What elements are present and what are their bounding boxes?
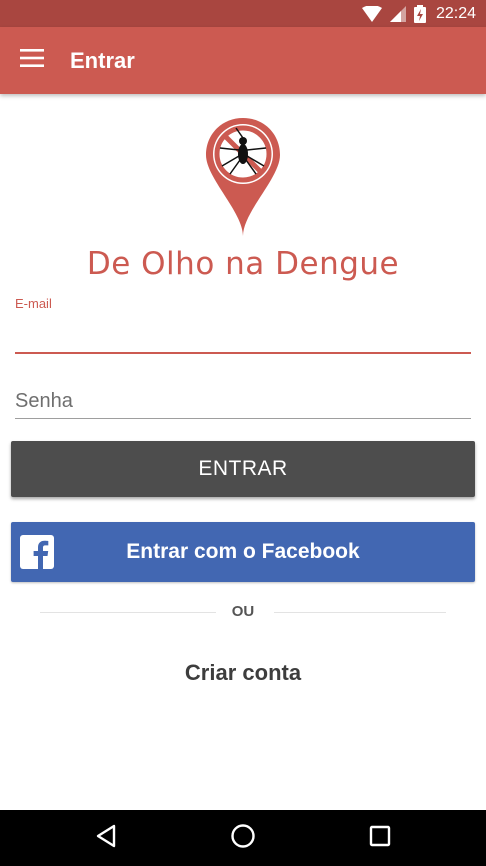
facebook-button-label: Entrar com o Facebook xyxy=(126,540,360,563)
login-button[interactable]: ENTRAR xyxy=(11,441,475,497)
status-time: 22:24 xyxy=(435,4,476,22)
back-button[interactable] xyxy=(76,810,136,866)
email-label: E-mail xyxy=(15,296,52,311)
recent-apps-square-icon xyxy=(369,825,391,852)
recent-apps-button[interactable] xyxy=(350,810,410,866)
facebook-f-icon xyxy=(20,535,54,569)
navigation-bar xyxy=(0,810,486,866)
app-title: Entrar xyxy=(70,47,135,73)
facebook-login-button[interactable]: Entrar com o Facebook xyxy=(11,522,475,582)
app-bar: Entrar xyxy=(0,27,486,94)
email-field[interactable] xyxy=(15,318,471,354)
back-triangle-icon xyxy=(95,824,117,853)
menu-button[interactable] xyxy=(0,27,64,94)
brand-name: De Olho na Dengue xyxy=(86,246,400,282)
hamburger-menu-icon xyxy=(20,49,44,72)
create-account-button[interactable]: Criar conta xyxy=(0,660,486,686)
divider-or-text: OU xyxy=(231,603,255,620)
home-button[interactable] xyxy=(213,810,273,866)
home-circle-icon xyxy=(230,823,256,854)
wifi-icon xyxy=(361,5,382,22)
password-field[interactable] xyxy=(15,384,471,419)
status-bar: 22:24 xyxy=(0,0,486,27)
battery-icon xyxy=(413,4,426,23)
map-pin-mosquito-icon xyxy=(200,114,286,240)
signal-icon xyxy=(389,5,406,22)
